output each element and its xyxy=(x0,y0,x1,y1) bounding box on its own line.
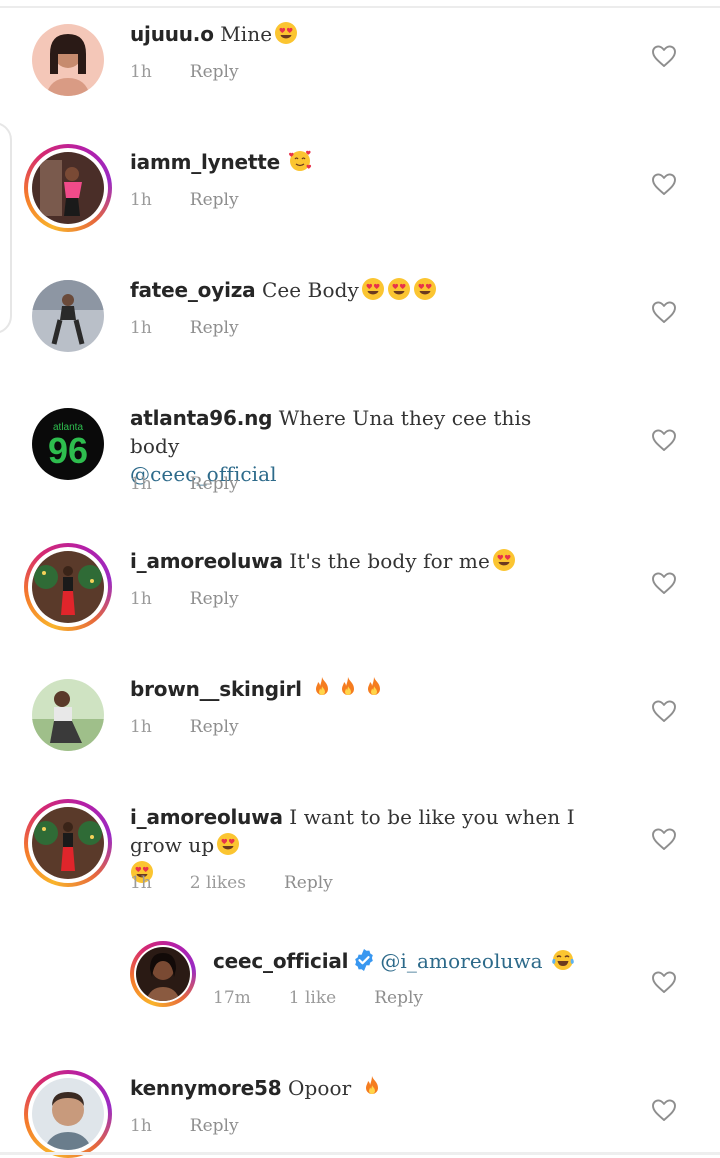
avatar[interactable] xyxy=(24,272,112,360)
profile-photo-icon xyxy=(32,679,104,751)
heart-outline-icon[interactable] xyxy=(651,699,677,723)
profile-photo-icon xyxy=(32,24,104,96)
fire-emoji-icon xyxy=(336,676,360,700)
comment-username[interactable]: i_amoreoluwa xyxy=(130,805,283,829)
comment-username[interactable]: i_amoreoluwa xyxy=(130,549,283,573)
reply-button[interactable]: Reply xyxy=(190,62,239,82)
heart-eyes-emoji-icon xyxy=(274,21,298,45)
comment-text: Mine xyxy=(220,22,273,46)
avatar[interactable] xyxy=(24,799,112,887)
comment-username[interactable]: iamm_lynette xyxy=(130,150,280,174)
reply-button[interactable]: Reply xyxy=(190,589,239,609)
comment-time: 1h xyxy=(130,589,152,609)
profile-photo-icon xyxy=(32,280,104,352)
avatar[interactable] xyxy=(130,941,196,1007)
comment-time: 1h xyxy=(130,717,152,737)
fire-emoji-icon xyxy=(310,676,334,700)
like-count[interactable]: 1 like xyxy=(289,988,336,1008)
comment-time: 1h xyxy=(130,318,152,338)
comment-time: 1h xyxy=(130,474,152,494)
comment-username[interactable]: kennymore58 xyxy=(130,1076,282,1100)
comment-username[interactable]: brown__skingirl xyxy=(130,677,302,701)
verified-badge-icon xyxy=(355,949,374,971)
side-panel-edge xyxy=(0,122,12,334)
reply-button[interactable]: Reply xyxy=(374,988,423,1008)
reply-button[interactable]: Reply xyxy=(190,474,239,494)
heart-outline-icon[interactable] xyxy=(651,44,677,68)
heart-eyes-emoji-icon xyxy=(216,832,240,856)
comment-time: 1h xyxy=(130,62,152,82)
comment-username[interactable]: ujuuu.o xyxy=(130,22,214,46)
profile-photo-icon xyxy=(32,807,104,879)
top-divider xyxy=(0,6,720,8)
heart-eyes-emoji-icon xyxy=(413,277,437,301)
comment-time: 1h xyxy=(130,1116,152,1136)
profile-photo-icon xyxy=(136,947,190,1001)
profile-photo-icon xyxy=(32,1078,104,1150)
comment-time: 1h xyxy=(130,190,152,210)
profile-photo-icon xyxy=(32,152,104,224)
comment-username[interactable]: atlanta96.ng xyxy=(130,406,272,430)
fire-emoji-icon xyxy=(362,676,386,700)
avatar[interactable]: atlanta 96 xyxy=(24,400,112,488)
fire-emoji-icon xyxy=(360,1075,384,1099)
comment-text: Cee Body xyxy=(261,278,359,302)
avatar-brand-number: 96 xyxy=(47,429,89,471)
mention-link[interactable]: @i_amoreoluwa xyxy=(380,949,542,973)
avatar[interactable] xyxy=(24,671,112,759)
like-count[interactable]: 2 likes xyxy=(190,873,246,893)
heart-outline-icon[interactable] xyxy=(651,428,677,452)
heart-outline-icon[interactable] xyxy=(651,827,677,851)
heart-outline-icon[interactable] xyxy=(651,1098,677,1122)
heart-outline-icon[interactable] xyxy=(651,970,677,994)
reply-button[interactable]: Reply xyxy=(190,1116,239,1136)
reply-time: 17m xyxy=(213,988,251,1008)
reply-button[interactable]: Reply xyxy=(190,190,239,210)
heart-eyes-emoji-icon xyxy=(387,277,411,301)
comment-username[interactable]: fatee_oyiza xyxy=(130,278,256,302)
heart-outline-icon[interactable] xyxy=(651,172,677,196)
reply-button[interactable]: Reply xyxy=(190,318,239,338)
heart-outline-icon[interactable] xyxy=(651,300,677,324)
avatar[interactable] xyxy=(24,543,112,631)
smiling-face-with-hearts-emoji-icon xyxy=(288,149,312,173)
avatar[interactable] xyxy=(24,1070,112,1158)
reply-button[interactable]: Reply xyxy=(284,873,333,893)
reply-username[interactable]: ceec_official xyxy=(213,949,349,973)
heart-eyes-emoji-icon xyxy=(361,277,385,301)
avatar[interactable] xyxy=(24,16,112,104)
reply-button[interactable]: Reply xyxy=(190,717,239,737)
heart-eyes-emoji-icon xyxy=(492,548,516,572)
profile-photo-icon xyxy=(32,551,104,623)
comment-time: 1h xyxy=(130,873,152,893)
tears-of-joy-emoji-icon xyxy=(551,948,575,972)
comment-text: Opoor xyxy=(287,1076,352,1100)
comment-text: It's the body for me xyxy=(289,549,490,573)
heart-outline-icon[interactable] xyxy=(651,571,677,595)
avatar[interactable] xyxy=(24,144,112,232)
